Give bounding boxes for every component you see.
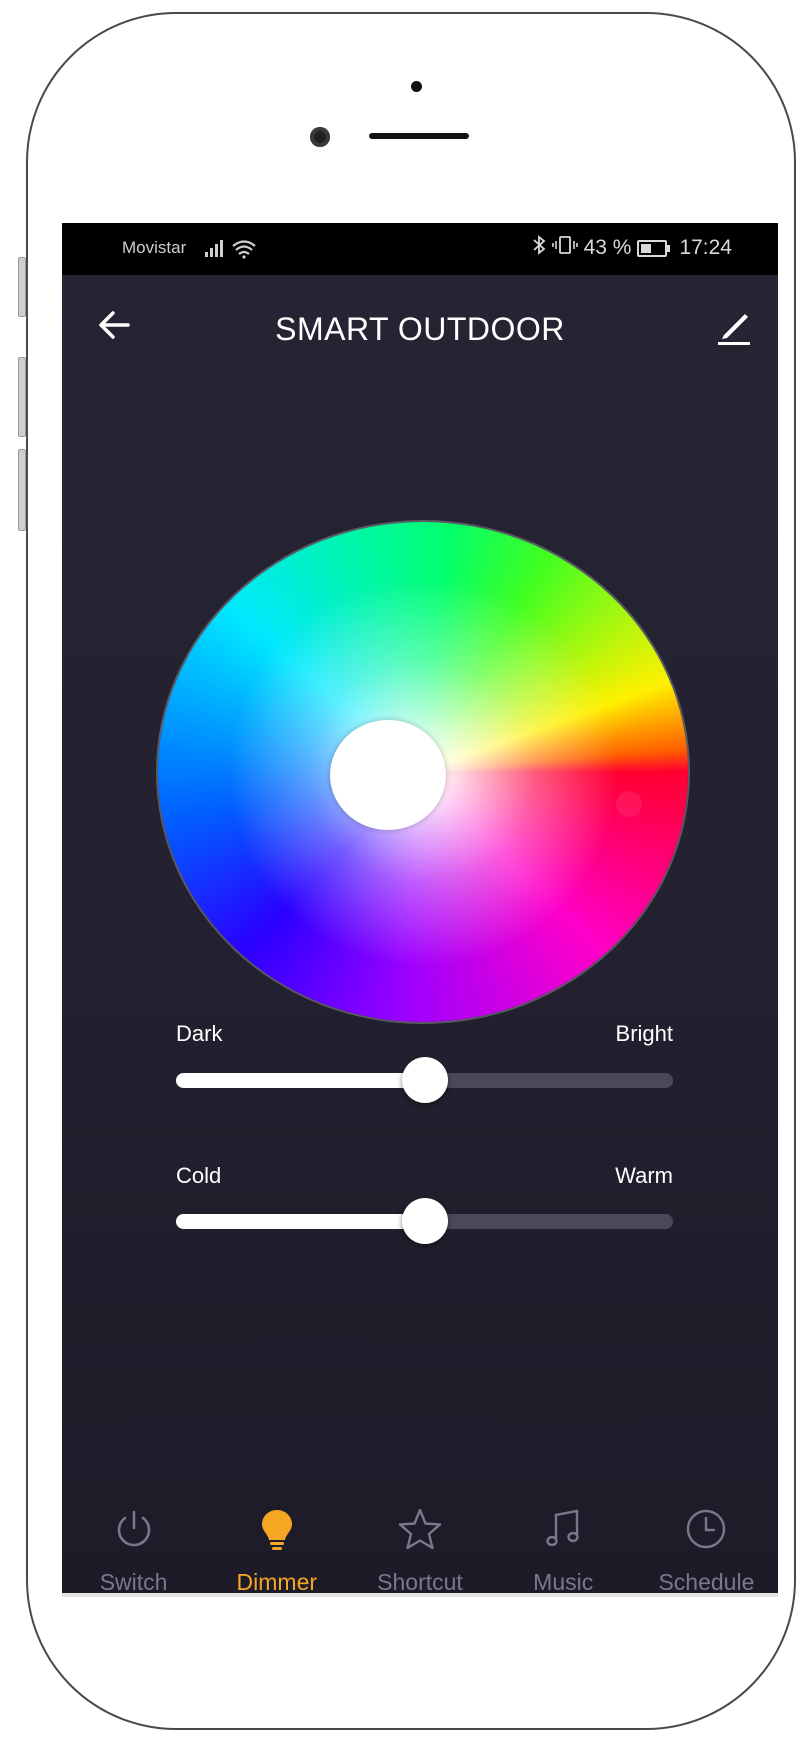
tab-music[interactable]: Music [492, 1468, 635, 1593]
music-note-icon [540, 1506, 586, 1552]
color-wheel-handle[interactable] [616, 791, 642, 817]
temperature-slider-fill [176, 1214, 425, 1229]
color-preview-center[interactable] [330, 720, 446, 830]
clock-time: 17:24 [679, 236, 732, 259]
tab-switch[interactable]: Switch [62, 1468, 205, 1593]
battery-icon [637, 239, 671, 257]
bluetooth-icon [532, 235, 546, 261]
brightness-slider[interactable] [176, 1057, 673, 1103]
brightness-slider-thumb[interactable] [401, 1057, 448, 1103]
temperature-max-label: Warm [615, 1163, 673, 1188]
side-button [18, 257, 26, 317]
battery-percent: 43 % [583, 236, 632, 259]
sensor-dot [411, 81, 422, 92]
temperature-slider-thumb[interactable] [401, 1198, 448, 1244]
earpiece-speaker [369, 133, 469, 139]
tab-label: Switch [99, 1569, 168, 1593]
brightness-slider-fill [176, 1073, 425, 1088]
carrier-name: Movistar [122, 238, 187, 257]
star-icon [397, 1506, 443, 1552]
brightness-max-label: Bright [615, 1021, 673, 1046]
side-button [18, 449, 26, 531]
page-title: SMART OUTDOOR [275, 311, 565, 347]
side-button [18, 357, 26, 437]
bulb-icon [254, 1506, 300, 1552]
tab-label: Shortcut [377, 1569, 463, 1593]
status-bar: Movistar 43 % 17:24 [62, 223, 778, 275]
bottom-tab-bar: Switch Dimmer Shortcut Music Schedule [62, 1468, 778, 1593]
tab-label: Dimmer [236, 1569, 318, 1593]
temperature-slider[interactable] [176, 1198, 673, 1244]
vibrate-icon [551, 235, 578, 261]
clock-icon [683, 1506, 729, 1552]
screen-bottom-edge [62, 1593, 778, 1597]
signal-wifi-icon [205, 237, 265, 265]
app-screen: Movistar 43 % 17:24 SMART OUTDOOR Dark B… [62, 223, 778, 1593]
brightness-min-label: Dark [176, 1021, 223, 1046]
front-camera [310, 127, 330, 147]
tab-shortcut[interactable]: Shortcut [348, 1468, 491, 1593]
power-icon [111, 1506, 157, 1552]
edit-pencil-icon[interactable] [712, 303, 756, 347]
tab-schedule[interactable]: Schedule [635, 1468, 778, 1593]
app-bar: SMART OUTDOOR [62, 275, 778, 371]
tab-label: Music [533, 1569, 594, 1593]
temperature-min-label: Cold [176, 1163, 222, 1188]
tab-dimmer[interactable]: Dimmer [205, 1468, 348, 1593]
tab-label: Schedule [658, 1569, 755, 1593]
